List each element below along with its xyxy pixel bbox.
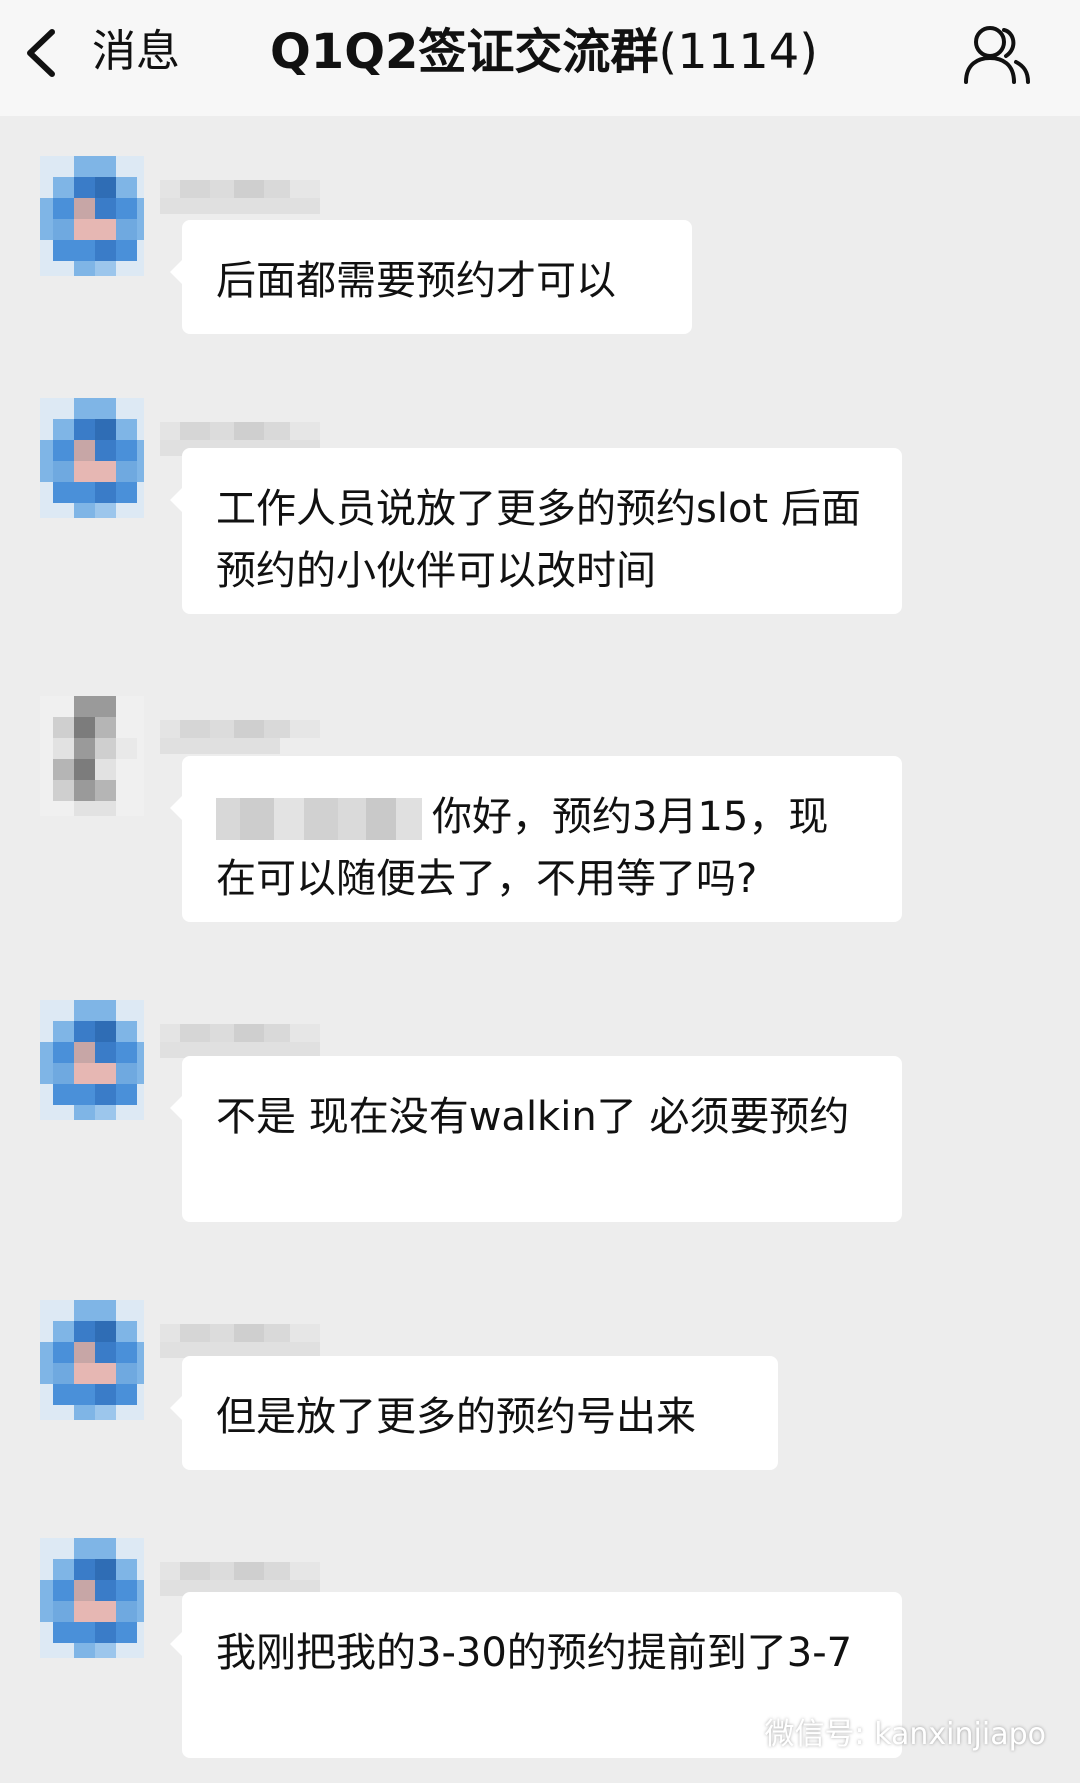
avatar[interactable] [40, 1538, 144, 1658]
back-button-label[interactable]: 消息 [92, 22, 180, 82]
chat-title: Q1Q2签证交流群(1114) [270, 20, 818, 84]
message-text: 后面都需要预约才可以 [216, 258, 616, 304]
mentioned-user-redacted [216, 798, 422, 840]
watermark-text: 微信号: kanxinjiapo [764, 1717, 1046, 1752]
avatar[interactable] [40, 696, 144, 816]
message-text: 但是放了更多的预约号出来 [216, 1394, 696, 1440]
message-bubble[interactable]: 工作人员说放了更多的预约slot 后面预约的小伙伴可以改时间 [170, 448, 902, 614]
message-bubble[interactable]: 后面都需要预约才可以 [170, 220, 692, 334]
avatar[interactable] [40, 1000, 144, 1120]
group-members-icon[interactable] [960, 22, 1032, 88]
member-count: (1114) [658, 24, 819, 80]
wechat-icon [711, 1716, 754, 1746]
message-bubble[interactable]: 你好，预约3月15，现在可以随便去了，不用等了吗? [170, 756, 902, 922]
sender-nickname-redacted [160, 180, 320, 216]
message-text: 我刚把我的3-30的预约提前到了3-7 [216, 1630, 853, 1676]
avatar[interactable] [40, 398, 144, 518]
sender-nickname-redacted [160, 1024, 320, 1060]
message-bubble[interactable]: 不是 现在没有walkin了 必须要预约 [170, 1056, 902, 1222]
sender-nickname-redacted [160, 720, 320, 756]
top-navigation-bar: 消息 Q1Q2签证交流群(1114) [0, 0, 1080, 116]
message-text: 不是 现在没有walkin了 必须要预约 [216, 1094, 850, 1140]
watermark: 微信号: kanxinjiapo [711, 1709, 1046, 1753]
message-bubble[interactable]: 但是放了更多的预约号出来 [170, 1356, 778, 1470]
chat-message-list[interactable]: 后面都需要预约才可以 工作人员说放了更多的预约slot 后面预约的小伙伴可以改时… [0, 116, 1080, 1783]
avatar[interactable] [40, 1300, 144, 1420]
chevron-left-icon[interactable] [22, 26, 62, 80]
group-name: Q1Q2签证交流群 [270, 24, 659, 80]
message-text: 工作人员说放了更多的预约slot 后面预约的小伙伴可以改时间 [216, 486, 861, 594]
sender-nickname-redacted [160, 1324, 320, 1360]
avatar[interactable] [40, 156, 144, 276]
